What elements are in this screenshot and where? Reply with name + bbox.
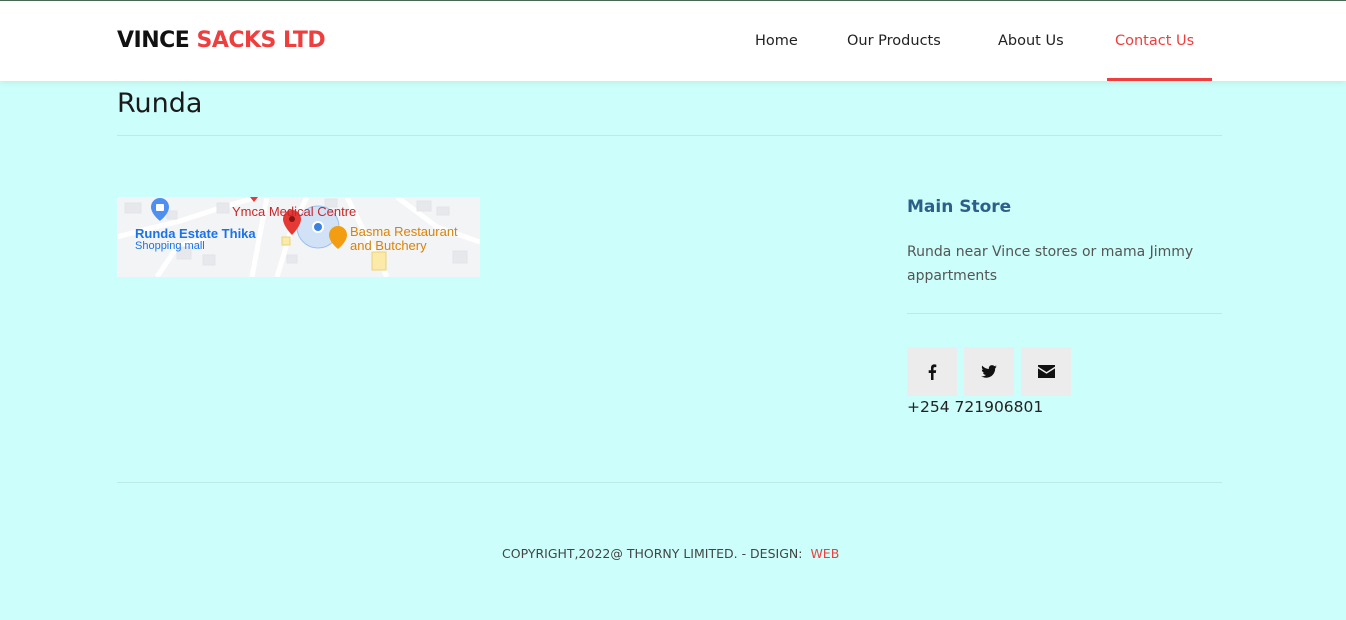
store-address: Runda near Vince stores or mama Jimmy ap… <box>907 244 1194 284</box>
location-map[interactable]: Ymca Medical Centre Runda Estate Thika S… <box>117 197 480 277</box>
facebook-button[interactable] <box>907 347 957 396</box>
nav-contact-us[interactable]: Contact Us <box>1115 33 1194 49</box>
store-title: Main Store <box>907 197 1012 217</box>
footer-copyright: COPYRIGHT,2022@ THORNY LIMITED. - DESIGN… <box>502 546 839 561</box>
map-label-runda-estate: Runda Estate Thika <box>135 226 256 241</box>
facebook-icon <box>928 363 937 380</box>
twitter-icon <box>981 365 997 378</box>
twitter-button[interactable] <box>964 347 1014 396</box>
footer-divider <box>117 482 1222 483</box>
map-label-ymca: Ymca Medical Centre <box>232 204 357 219</box>
envelope-icon <box>1037 365 1055 378</box>
map-label-basma-line2: and Butchery <box>350 238 427 253</box>
email-button[interactable] <box>1021 347 1071 396</box>
map-label-basma-line1: Basma Restaurant <box>350 224 458 239</box>
page-title: Runda <box>117 88 203 119</box>
nav-our-products[interactable]: Our Products <box>847 33 941 49</box>
nav-active-indicator <box>1107 78 1212 81</box>
copyright-text: COPYRIGHT,2022@ THORNY LIMITED. - DESIGN… <box>502 546 803 561</box>
nav-about-us[interactable]: About Us <box>998 33 1064 49</box>
store-phone: +254 721906801 <box>907 398 1044 416</box>
map-label-shopping-mall: Shopping mall <box>135 240 205 252</box>
design-link[interactable]: WEB <box>810 546 839 561</box>
main-nav: Home Our Products About Us Contact Us <box>0 1 1346 81</box>
nav-home[interactable]: Home <box>755 33 798 49</box>
store-divider <box>907 313 1222 314</box>
title-divider <box>117 135 1222 136</box>
site-header: VINCE SACKS LTD Home Our Products About … <box>0 1 1346 81</box>
